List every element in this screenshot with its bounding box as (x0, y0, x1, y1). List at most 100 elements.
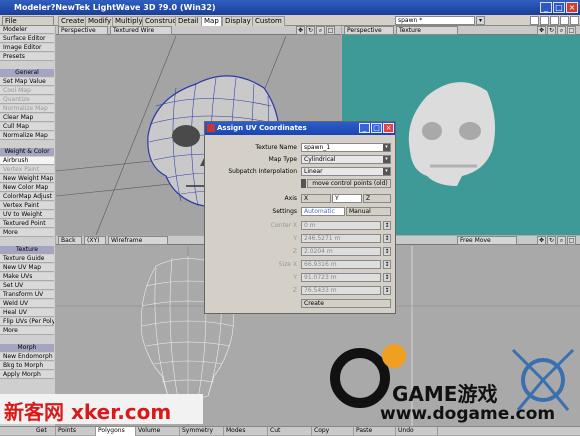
sidebar-item[interactable]: Vertex Paint (0, 166, 54, 174)
checkbox[interactable] (301, 179, 306, 188)
layer-box-5[interactable] (570, 16, 579, 25)
axis-x-button[interactable]: X (301, 194, 331, 203)
sidebar-item[interactable]: Vertex Paint (0, 202, 54, 210)
sidebar-item[interactable]: Cull Map (0, 123, 54, 131)
move-view-icon[interactable]: ✥ (537, 236, 546, 245)
close-button[interactable]: × (566, 2, 578, 13)
view-select[interactable]: Back (58, 236, 82, 245)
layer-select[interactable]: spawn * (395, 16, 475, 25)
sidebar-item[interactable]: Texture Guide (0, 255, 54, 263)
dogame-logo-ring (330, 348, 390, 408)
zoom-view-icon[interactable]: ⌕ (557, 26, 566, 35)
sidebar-item[interactable]: Set Map Value (0, 78, 54, 86)
watermark-xker: 新客网 xker.com (4, 400, 172, 424)
tab-multiply[interactable]: Multiply (112, 16, 146, 26)
move-view-icon[interactable]: ✥ (537, 26, 546, 35)
layer-box-1[interactable] (530, 16, 539, 25)
center-z-field: 2.0204 m (301, 247, 381, 256)
layer-box-2[interactable] (540, 16, 549, 25)
sidebar-item[interactable]: Transform UV (0, 291, 54, 299)
sidebar-item[interactable]: Clear Map (0, 114, 54, 122)
sidebar-item[interactable]: New Weight Map (0, 175, 54, 183)
size-y-field: 91.0723 m (301, 273, 381, 282)
sidebar-item[interactable]: Surface Editor (0, 35, 54, 43)
sidebar-item[interactable]: ColorMap Adjust (0, 193, 54, 201)
rotate-view-icon[interactable]: ↻ (547, 26, 556, 35)
tab-create[interactable]: Create (58, 16, 88, 26)
tab-map[interactable]: Map (201, 16, 222, 26)
center-x-label: Center X (270, 222, 297, 229)
axis-select[interactable]: (XY) (84, 236, 106, 245)
sidebar-item[interactable]: Weld UV (0, 300, 54, 308)
view-select[interactable]: Perspective (58, 26, 108, 35)
create-button[interactable]: Create (301, 299, 391, 308)
sidebar-item[interactable]: Make UVs (0, 273, 54, 281)
maximize-view-icon[interactable]: □ (326, 26, 335, 35)
sidebar-item[interactable]: Cool Map (0, 87, 54, 95)
sidebar-item[interactable]: New Endomorph (0, 353, 54, 361)
render-mode-select[interactable]: Textured Wire (110, 26, 172, 35)
view-select[interactable]: Perspective (344, 26, 394, 35)
sidebar-item[interactable]: Apply Morph (0, 371, 54, 379)
dropdown-arrow-icon[interactable]: ▾ (383, 168, 390, 175)
dialog-close-button[interactable]: × (383, 123, 394, 133)
render-mode-select[interactable]: Texture (396, 26, 458, 35)
layer-box-4[interactable] (560, 16, 569, 25)
sidebar-item[interactable]: Modeler (0, 26, 54, 34)
file-menu[interactable]: File (2, 16, 54, 26)
rotate-view-icon[interactable]: ↻ (547, 236, 556, 245)
move-view-icon[interactable]: ✥ (296, 26, 305, 35)
zoom-view-icon[interactable]: ⌕ (316, 26, 325, 35)
tab-modify[interactable]: Modify (85, 16, 115, 26)
texture-name-label: Texture Name (255, 144, 297, 151)
dropdown-arrow-icon[interactable]: ▾ (383, 144, 390, 151)
dogame-logo-dot (382, 344, 406, 368)
sidebar-item[interactable]: UV to Weight (0, 211, 54, 219)
sidebar-header: Texture (0, 246, 54, 254)
sidebar-item[interactable]: Airbrush (0, 157, 54, 165)
settings-automatic-button[interactable]: Automatic (301, 207, 345, 216)
subpatch-select[interactable]: Linear ▾ (301, 167, 391, 176)
sidebar-item[interactable]: Image Editor (0, 44, 54, 52)
bottom-toolbar: Get Points Polygons Volume Symmetry Mode… (0, 426, 580, 436)
minimize-button[interactable]: _ (540, 2, 552, 13)
settings-manual-button[interactable]: Manual (346, 207, 391, 216)
axis-z-button[interactable]: Z (363, 194, 391, 203)
tab-detail[interactable]: Detail (175, 16, 202, 26)
render-mode-select[interactable]: Wireframe (108, 236, 168, 245)
sidebar-item[interactable]: Heal UV (0, 309, 54, 317)
move-control-points-button[interactable]: move control points (old) (307, 179, 391, 188)
sidebar-item[interactable]: Bkg to Morph (0, 362, 54, 370)
tab-display[interactable]: Display (222, 16, 254, 26)
size-x-field: 66.9316 m (301, 260, 381, 269)
axis-y-button[interactable]: Y (332, 194, 362, 203)
sidebar-header: Weight & Color (0, 148, 54, 156)
sidebar-item[interactable]: Set UV (0, 282, 54, 290)
sidebar-item[interactable]: Normalize Map (0, 105, 54, 113)
sidebar-item[interactable]: Flip UVs (Per Poly) (0, 318, 54, 326)
tab-custom[interactable]: Custom (252, 16, 285, 26)
dropdown-arrow-icon[interactable]: ▾ (476, 16, 485, 25)
dropdown-arrow-icon[interactable]: ▾ (383, 156, 390, 163)
move-mode-select[interactable]: Free Move (457, 236, 517, 245)
dialog-maximize-button[interactable]: □ (371, 123, 382, 133)
texture-name-field[interactable]: spawn_1 ▾ (301, 143, 391, 152)
sidebar-item[interactable]: Normalize Map (0, 132, 54, 140)
map-type-select[interactable]: Cylindrical ▾ (301, 155, 391, 164)
viewport-header: Perspective Texture ✥ ↻ ⌕ □ (342, 26, 580, 35)
dialog-minimize-button[interactable]: _ (359, 123, 370, 133)
sidebar-item[interactable]: More (0, 229, 54, 237)
sidebar-item[interactable]: More (0, 327, 54, 335)
layer-box-3[interactable] (550, 16, 559, 25)
sidebar-item[interactable]: New Color Map (0, 184, 54, 192)
maximize-view-icon[interactable]: □ (567, 236, 576, 245)
sidebar-item[interactable]: Textured Point (0, 220, 54, 228)
maximize-view-icon[interactable]: □ (567, 26, 576, 35)
maximize-button[interactable]: □ (553, 2, 565, 13)
zoom-view-icon[interactable]: ⌕ (557, 236, 566, 245)
sidebar-item[interactable]: New UV Map (0, 264, 54, 272)
rotate-view-icon[interactable]: ↻ (306, 26, 315, 35)
sidebar-item[interactable]: Quantize (0, 96, 54, 104)
sidebar-header: Morph (0, 344, 54, 352)
sidebar-item[interactable]: Presets (0, 53, 54, 61)
